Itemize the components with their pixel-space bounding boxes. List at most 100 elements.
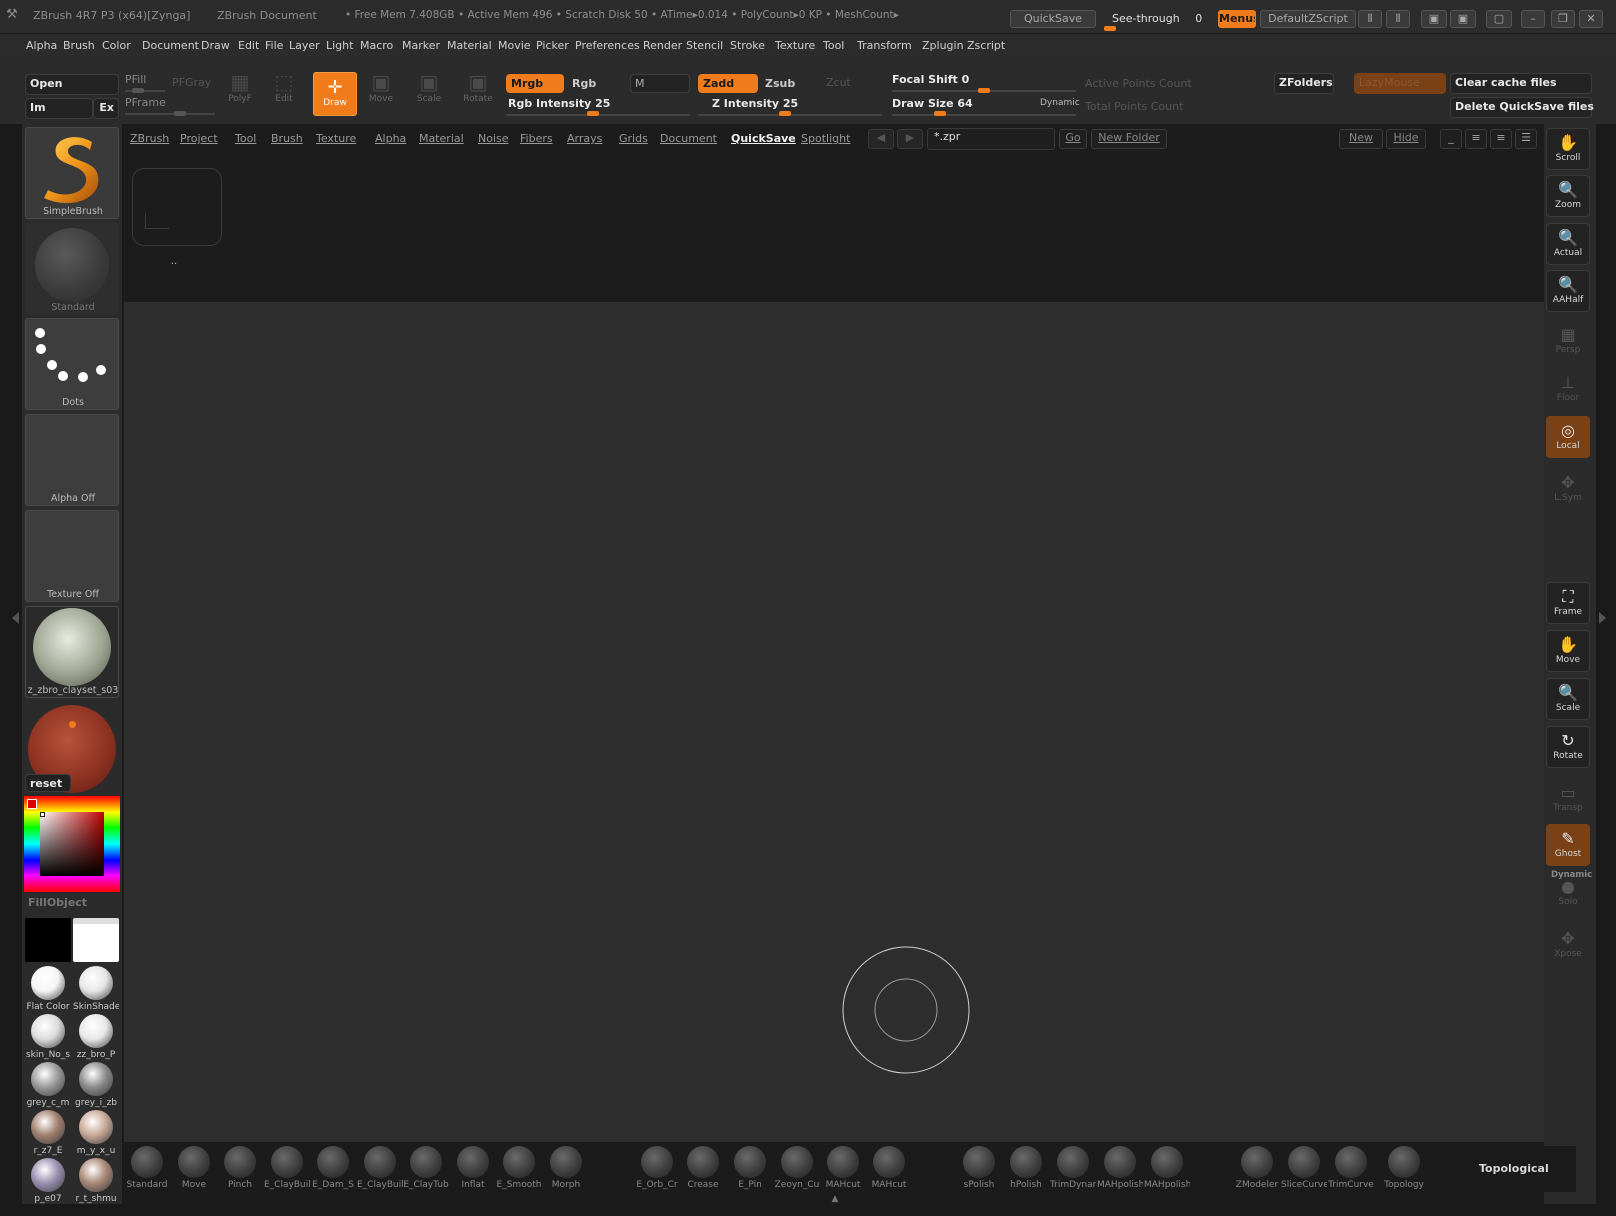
shelf-brush-mahcut[interactable]: MAHcut (866, 1146, 912, 1190)
new-button[interactable]: New (1339, 129, 1383, 149)
previous-arrow-icon[interactable]: ◀ (868, 129, 894, 149)
shelf-brush-e-claytub[interactable]: E_ClayTub (403, 1146, 449, 1190)
zfolders-button[interactable]: ZFolders (1274, 73, 1334, 94)
menu-alpha[interactable]: Alpha (26, 39, 57, 52)
see-through-knob[interactable] (1104, 26, 1116, 31)
focal-shift-knob[interactable] (978, 88, 990, 93)
tab-alpha[interactable]: Alpha (375, 132, 406, 145)
new-folder-button[interactable]: New Folder (1091, 129, 1167, 149)
menu-layer[interactable]: Layer (289, 39, 320, 52)
clear-cache-button[interactable]: Clear cache files (1450, 73, 1592, 94)
size-large-icon[interactable]: ≡ (1490, 129, 1512, 149)
rgb-button[interactable]: Rgb (567, 74, 625, 93)
menu-macro[interactable]: Macro (360, 39, 393, 52)
color-picker[interactable] (24, 796, 120, 892)
move-button[interactable]: ▣ Move (359, 70, 403, 114)
material-p-e07[interactable]: p_e07 (25, 1158, 71, 1204)
menu-movie[interactable]: Movie (498, 39, 531, 52)
material-skin-no[interactable]: skin_No_s (25, 1014, 71, 1060)
zadd-button[interactable]: Zadd (698, 74, 758, 93)
menu-picker[interactable]: Picker (536, 39, 569, 52)
draw-size-slider[interactable] (892, 114, 1076, 116)
view-button-transp[interactable]: ▭ Transp (1546, 778, 1590, 820)
brush-thumbnail[interactable]: SimpleBrush (25, 127, 119, 219)
view-button-aahalf[interactable]: 🔍 AAHalf (1546, 270, 1590, 312)
see-through-slider[interactable]: See-through 0 (1103, 10, 1213, 28)
tab-spotlight[interactable]: Spotlight (801, 132, 850, 145)
menu-material[interactable]: Material (447, 39, 492, 52)
menu-zplugin[interactable]: Zplugin (922, 39, 964, 52)
view-button-l-sym[interactable]: ✥ L.Sym (1546, 468, 1590, 510)
open-button[interactable]: Open (25, 74, 119, 95)
menu-edit[interactable]: Edit (238, 39, 259, 52)
view-button-move[interactable]: ✋ Move (1546, 630, 1590, 672)
left-tray-arrow-icon[interactable] (12, 612, 19, 624)
tray-right-icon[interactable]: ⫴ (1386, 10, 1410, 28)
menu-brush[interactable]: Brush (63, 39, 95, 52)
lock-icon[interactable]: ▢ (1486, 10, 1512, 28)
zcut-button[interactable]: Zcut (826, 76, 851, 89)
document-canvas[interactable] (124, 302, 1544, 1142)
layout-icon[interactable]: ▣ (1421, 10, 1447, 28)
pframe-button[interactable]: PFrame (125, 96, 166, 109)
view-button-xpose[interactable]: ✥ Xpose (1546, 924, 1590, 966)
minimize-icon[interactable]: – (1521, 10, 1545, 28)
menu-draw[interactable]: Draw (201, 39, 230, 52)
size-small-icon[interactable]: _ (1440, 129, 1462, 149)
tab-tool[interactable]: Tool (235, 132, 256, 145)
tab-material[interactable]: Material (419, 132, 464, 145)
shelf-brush-crease[interactable]: Crease (680, 1146, 726, 1190)
menus-button[interactable]: Menus (1218, 10, 1256, 28)
material-zz-bro[interactable]: zz_bro_P (73, 1014, 119, 1060)
menu-tool[interactable]: Tool (823, 39, 844, 52)
hide-button[interactable]: Hide (1386, 129, 1426, 149)
lazymouse-button[interactable]: LazyMouse (1354, 73, 1446, 94)
shelf-brush-pinch[interactable]: Pinch (217, 1146, 263, 1190)
shelf-brush-mahcut[interactable]: MAHcut (820, 1146, 866, 1190)
dynamic-toggle[interactable]: Dynamic (1040, 98, 1080, 108)
tab-fibers[interactable]: Fibers (520, 132, 553, 145)
close-icon[interactable]: ✕ (1579, 10, 1603, 28)
shelf-brush-morph[interactable]: Morph (543, 1146, 589, 1190)
import-button[interactable]: Im (25, 98, 93, 119)
tab-project[interactable]: Project (180, 132, 218, 145)
shelf-brush-e-dam-s[interactable]: E_Dam_S (310, 1146, 356, 1190)
shelf-brush-topology[interactable]: Topology (1381, 1146, 1427, 1190)
layout-alt-icon[interactable]: ▣ (1450, 10, 1476, 28)
pframe-slider[interactable] (125, 113, 215, 115)
shelf-brush-e-claybuil[interactable]: E_ClayBuil (357, 1146, 403, 1190)
shelf-brush-mahpolish[interactable]: MAHpolish (1144, 1146, 1190, 1190)
shelf-brush-move[interactable]: Move (171, 1146, 217, 1190)
menu-render[interactable]: Render (643, 39, 682, 52)
menu-document[interactable]: Document (142, 39, 199, 52)
standard-brush-thumbnail[interactable]: Standard (25, 223, 119, 315)
shelf-brush-trimdynar[interactable]: TrimDynar (1050, 1146, 1096, 1190)
view-button-rotate[interactable]: ↻ Rotate (1546, 726, 1590, 768)
polyf-button[interactable]: ▦ PolyF (218, 70, 262, 114)
shelf-brush-e-pin[interactable]: E_Pin (727, 1146, 773, 1190)
pframe-knob[interactable] (174, 111, 186, 116)
material-r-z7[interactable]: r_z7_E (25, 1110, 71, 1156)
next-arrow-icon[interactable]: ▶ (897, 129, 923, 149)
color-saturation-square[interactable] (40, 812, 104, 876)
maximize-icon[interactable]: ❐ (1551, 10, 1575, 28)
file-filter-input[interactable]: *.zpr (927, 128, 1055, 150)
tab-quicksave[interactable]: QuickSave (731, 132, 796, 145)
material-r-t-shmu[interactable]: r_t_shmu (73, 1158, 119, 1204)
view-button-frame[interactable]: ⛶ Frame (1546, 582, 1590, 624)
material-thumbnail[interactable]: z_zbro_clayset_s03 (25, 606, 119, 698)
menu-color[interactable]: Color (102, 39, 131, 52)
tray-left-icon[interactable]: ⫴ (1358, 10, 1382, 28)
menu-file[interactable]: File (265, 39, 283, 52)
menu-light[interactable]: Light (326, 39, 353, 52)
shelf-brush-trimcurve[interactable]: TrimCurve (1328, 1146, 1374, 1190)
default-zscript-button[interactable]: DefaultZScript (1260, 10, 1356, 28)
shelf-expand-arrow-icon[interactable]: ▲ (825, 1195, 845, 1204)
shelf-brush-standard[interactable]: Standard (124, 1146, 170, 1190)
tab-arrays[interactable]: Arrays (567, 132, 602, 145)
tab-noise[interactable]: Noise (478, 132, 509, 145)
edit-button[interactable]: ⬚ Edit (262, 70, 306, 114)
export-button[interactable]: Ex (93, 98, 119, 119)
shelf-brush-hpolish[interactable]: hPolish (1003, 1146, 1049, 1190)
shelf-brush-mahpolish[interactable]: MAHpolish (1097, 1146, 1143, 1190)
